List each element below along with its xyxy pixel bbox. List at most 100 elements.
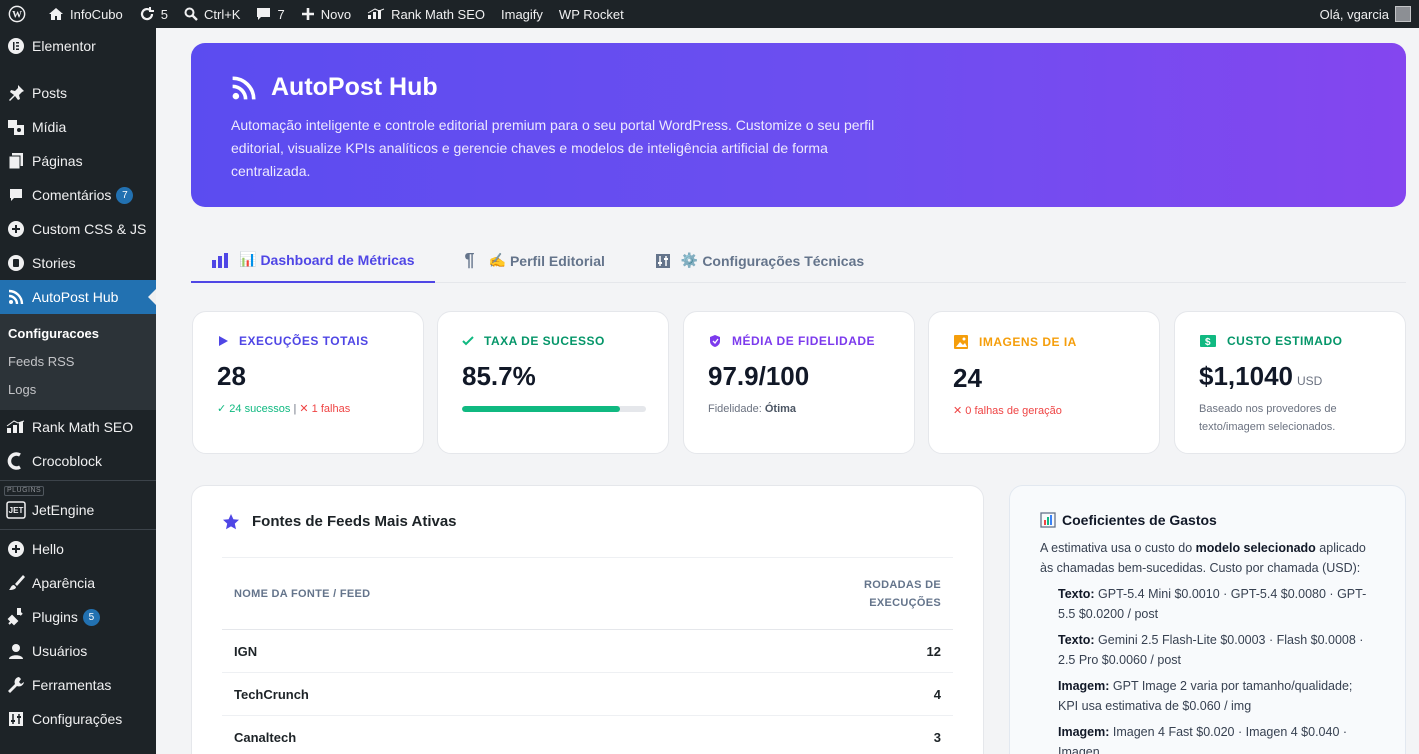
sidebar-item-label: JetEngine: [32, 502, 95, 518]
kpi-card-custo: $ CUSTO ESTIMADO $1,1040 USD Baseado nos …: [1174, 311, 1406, 454]
success-progress-fill: [462, 406, 620, 412]
search-icon: [184, 7, 198, 21]
rankmath-icon: [367, 8, 385, 20]
kpi-value: 28: [217, 361, 246, 391]
svg-text:$: $: [1205, 337, 1211, 348]
list-item: Texto: Gemini 2.5 Flash-Lite $0.0003 · F…: [1040, 630, 1375, 670]
money-icon: $: [1199, 334, 1217, 348]
divider: [0, 480, 156, 481]
brush-icon: [5, 573, 27, 593]
paragraph-icon: ¶: [464, 250, 475, 270]
kpi-note: Baseado nos provedores de texto/imagem s…: [1199, 403, 1337, 433]
new-label: Novo: [320, 6, 352, 22]
list-item: Texto: GPT-5.4 Mini $0.0010 · GPT-5.4 $0…: [1040, 584, 1375, 624]
kpi-label-text: MÉDIA DE FIDELIDADE: [732, 334, 876, 348]
sidebar-item-label: Elementor: [32, 38, 96, 54]
plus-icon: [301, 7, 315, 21]
wrench-icon: [5, 675, 27, 695]
cost-value: $1,1040: [1199, 361, 1293, 391]
sidebar-item-hello[interactable]: Hello: [0, 532, 156, 566]
tab-configuracoes-tecnicas[interactable]: ⚙️ Configurações Técnicas: [635, 238, 884, 283]
tab-perfil-editorial[interactable]: ¶ ✍️ Perfil Editorial: [445, 238, 625, 283]
kpi-label-text: IMAGENS DE IA: [979, 335, 1077, 349]
user-account-link[interactable]: Olá, vgarcia: [1312, 0, 1419, 28]
fidelity-rating: Ótima: [764, 403, 797, 415]
pages-icon: [5, 151, 27, 171]
feed-runs: 12: [926, 643, 941, 659]
cost-detail: Gemini 2.5 Flash-Lite $0.0003 · Flash $0…: [1058, 633, 1364, 667]
costs-intro: A estimativa usa o custo do modelo selec…: [1040, 538, 1375, 578]
admin-sidebar: Elementor Posts Mídia Páginas Comentário…: [0, 28, 156, 754]
comments-count: 7: [277, 6, 285, 22]
sidebar-item-label: Hello: [32, 541, 64, 557]
image-icon: [953, 334, 969, 350]
star-icon: [222, 513, 240, 531]
sidebar-item-label: Configurações: [32, 711, 123, 727]
sidebar-item-settings[interactable]: Configurações: [0, 702, 156, 736]
submenu-configuracoes[interactable]: Configuracoes: [0, 320, 156, 348]
sidebar-item-comments[interactable]: Comentários 7: [0, 178, 156, 212]
sidebar-item-pages[interactable]: Páginas: [0, 144, 156, 178]
stories-icon: [5, 253, 27, 273]
sidebar-item-label: Crocoblock: [32, 453, 103, 469]
column-header-name: NOME DA FONTE / FEED: [234, 587, 371, 600]
plus-circle-icon: [5, 539, 27, 559]
feeds-table-header: NOME DA FONTE / FEED RODADAS DE EXECUÇÕES: [222, 558, 953, 630]
sidebar-item-stories[interactable]: Stories: [0, 246, 156, 280]
pin-icon: [5, 83, 27, 103]
user-greeting: Olá, vgarcia: [1319, 6, 1389, 22]
kpi-label: MÉDIA DE FIDELIDADE: [708, 334, 890, 348]
plug-icon: [5, 607, 27, 627]
feed-runs: 4: [933, 686, 941, 702]
sidebar-item-custom-css-js[interactable]: Custom CSS & JS: [0, 212, 156, 246]
kpi-label-text: EXECUÇÕES TOTAIS: [239, 334, 369, 348]
sidebar-item-users[interactable]: Usuários: [0, 634, 156, 668]
sidebar-item-elementor[interactable]: Elementor: [0, 29, 156, 63]
cost-detail: GPT-5.4 Mini $0.0010 · GPT-5.4 $0.0080 ·…: [1058, 587, 1367, 621]
kpi-value: 97.9/100: [708, 361, 810, 391]
submenu-feeds-rss[interactable]: Feeds RSS: [0, 348, 156, 376]
main-content: AutoPost Hub Automação inteligente e con…: [156, 28, 1419, 754]
plugins-separator: PLUGINS: [0, 483, 156, 496]
wordpress-logo-button[interactable]: W: [0, 0, 40, 28]
sidebar-item-tools[interactable]: Ferramentas: [0, 668, 156, 702]
updates-link[interactable]: 5: [131, 0, 176, 28]
sidebar-item-label: AutoPost Hub: [32, 289, 119, 305]
admin-bar: W InfoCubo 5 Ctrl+K 7 Novo Rank Math SEO…: [0, 0, 1419, 28]
sidebar-item-rankmath[interactable]: Rank Math SEO: [0, 410, 156, 444]
rankmath-link[interactable]: Rank Math SEO: [359, 0, 493, 28]
site-name-link[interactable]: InfoCubo: [40, 0, 131, 28]
kpi-label-text: TAXA DE SUCESSO: [484, 334, 605, 348]
sidebar-item-appearance[interactable]: Aparência: [0, 566, 156, 600]
search-link[interactable]: Ctrl+K: [176, 0, 248, 28]
sidebar-item-plugins[interactable]: Plugins 5: [0, 600, 156, 634]
sidebar-item-jetengine[interactable]: JET JetEngine: [0, 493, 156, 527]
costs-panel: Coeficientes de Gastos A estimativa usa …: [1009, 485, 1406, 754]
kpi-label: $ CUSTO ESTIMADO: [1199, 334, 1381, 348]
sidebar-item-label: Posts: [32, 85, 68, 101]
comments-badge: 7: [116, 186, 134, 204]
submenu-logs[interactable]: Logs: [0, 376, 156, 404]
cost-type: Texto:: [1058, 587, 1095, 601]
comments-link[interactable]: 7: [248, 0, 292, 28]
sidebar-item-label: Páginas: [32, 153, 83, 169]
imagify-link[interactable]: Imagify: [493, 0, 551, 28]
table-row: Canaltech 3: [222, 716, 953, 754]
feed-runs: 3: [933, 729, 941, 745]
sidebar-item-posts[interactable]: Posts: [0, 76, 156, 110]
new-content-link[interactable]: Novo: [293, 0, 359, 28]
kpi-card-fidelidade: MÉDIA DE FIDELIDADE 97.9/100 Fidelidade:…: [683, 311, 915, 454]
sidebar-item-media[interactable]: Mídia: [0, 110, 156, 144]
sidebar-item-label: Stories: [32, 255, 76, 271]
plugins-tag: PLUGINS: [4, 486, 45, 496]
wprocket-link[interactable]: WP Rocket: [551, 0, 632, 28]
sidebar-item-crocoblock[interactable]: Crocoblock: [0, 444, 156, 478]
comment-icon: [5, 185, 27, 205]
tab-dashboard[interactable]: 📊 Dashboard de Métricas: [191, 238, 435, 283]
bar-chart-icon: [211, 252, 229, 268]
wprocket-label: WP Rocket: [558, 6, 624, 22]
feed-name: Canaltech: [234, 729, 297, 745]
autopost-submenu: Configuracoes Feeds RSS Logs: [0, 314, 156, 410]
list-item: Imagem: GPT Image 2 varia por tamanho/qu…: [1040, 676, 1375, 716]
sidebar-item-autopost-hub[interactable]: AutoPost Hub: [0, 280, 156, 314]
